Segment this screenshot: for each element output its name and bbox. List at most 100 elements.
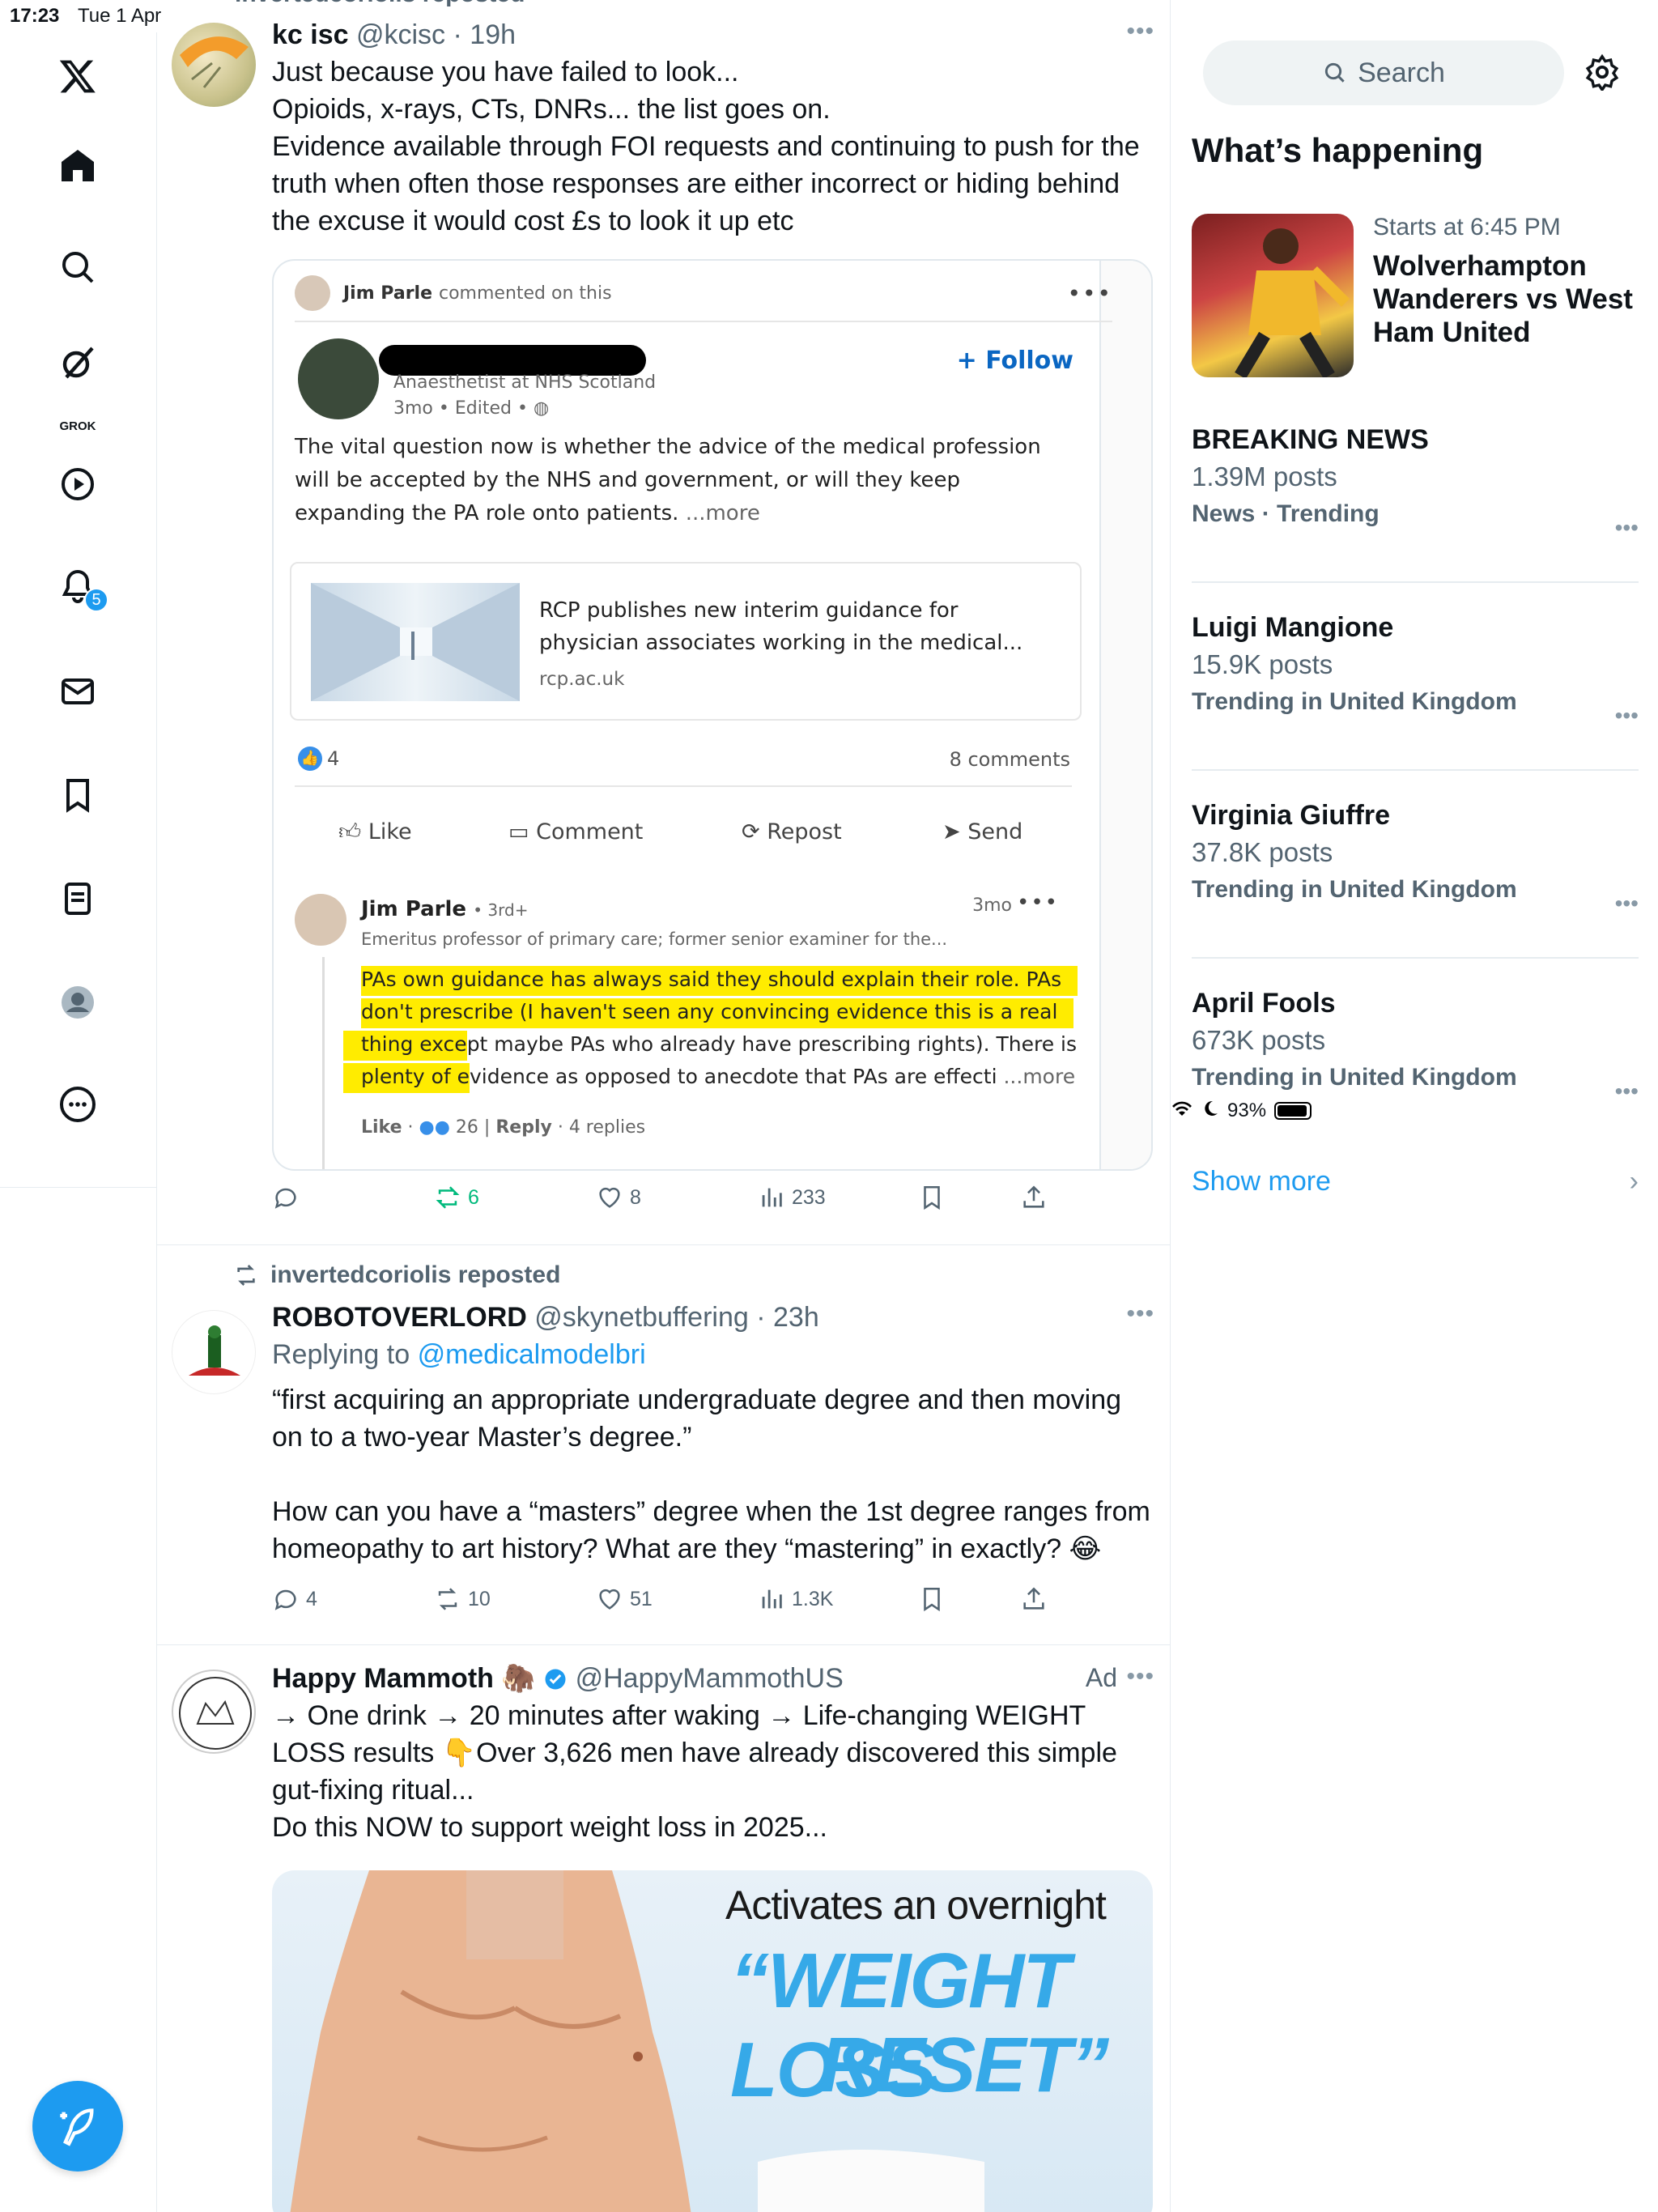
li-repost-icon: ⟳ bbox=[742, 819, 767, 844]
post-time[interactable]: 19h bbox=[470, 19, 516, 50]
heart-icon bbox=[599, 1589, 620, 1610]
author-handle[interactable]: @HappyMammothUS bbox=[576, 1663, 844, 1694]
video-play-icon[interactable] bbox=[55, 462, 100, 507]
link-thumbnail bbox=[311, 583, 520, 701]
repost-button[interactable]: 6 bbox=[434, 1184, 479, 1211]
reply-more-link: ...more bbox=[1003, 1065, 1076, 1088]
post-text-blank bbox=[272, 1456, 1154, 1493]
trend-title: April Fools bbox=[1192, 988, 1336, 1019]
bookmark-icon bbox=[924, 1185, 940, 1210]
bookmarks-icon[interactable] bbox=[55, 772, 100, 818]
trend-more-icon[interactable]: ••• bbox=[1615, 891, 1639, 917]
search-icon bbox=[1324, 62, 1345, 83]
timeline-feed: invertedcoriolis reposted kc isc @kcisc … bbox=[157, 0, 1171, 2212]
trend-posts: 37.8K posts bbox=[1192, 837, 1333, 867]
avatar[interactable] bbox=[172, 1310, 256, 1394]
whats-happening-heading: What’s happening bbox=[1192, 131, 1484, 169]
globe-icon: ◍ bbox=[533, 398, 550, 419]
li-post-more: ...more bbox=[685, 501, 760, 525]
repost-count: 6 bbox=[468, 1185, 479, 1209]
li-more-icon: ••• bbox=[1067, 279, 1112, 307]
like-reaction-icon: 👍 bbox=[298, 747, 322, 771]
post-more-options-icon[interactable]: ••• bbox=[1126, 1663, 1154, 1691]
ad-image[interactable]: Activates an overnight “WEIGHT LOSS RESE… bbox=[272, 1870, 1153, 2212]
trend-more-icon[interactable]: ••• bbox=[1615, 515, 1639, 541]
right-sidebar: Search What’s happening Starts at 6:45 P… bbox=[1171, 0, 1658, 2212]
post-text-line: LOSS results 👇Over 3,626 men have alread… bbox=[272, 1738, 1117, 1768]
bookmark-button[interactable] bbox=[918, 1184, 946, 1211]
avatar[interactable] bbox=[172, 1670, 256, 1754]
author-handle[interactable]: @skynetbuffering bbox=[534, 1302, 748, 1333]
home-icon[interactable] bbox=[55, 143, 100, 188]
post-text-line: → One drink → 20 minutes after waking → … bbox=[272, 1700, 1086, 1731]
share-button[interactable] bbox=[1020, 1585, 1048, 1613]
views-count: 233 bbox=[792, 1185, 826, 1209]
grok-icon[interactable] bbox=[55, 340, 100, 385]
commenter-avatar bbox=[295, 275, 330, 311]
heart-icon bbox=[599, 1187, 620, 1208]
author-name[interactable]: ROBOTOVERLORD bbox=[272, 1302, 527, 1333]
trend-meta: Trending in United Kingdom bbox=[1192, 688, 1517, 715]
replying-to: Replying to @medicalmodelbri bbox=[272, 1336, 1154, 1373]
share-button[interactable] bbox=[1020, 1184, 1048, 1211]
left-navigation: GROK 5 bbox=[0, 32, 157, 2212]
bookmark-button[interactable] bbox=[918, 1585, 946, 1613]
like-button[interactable]: 51 bbox=[596, 1585, 653, 1613]
event-item[interactable]: Starts at 6:45 PM Wolverhampton Wanderer… bbox=[1192, 214, 1639, 377]
li-comment-icon: ▭ bbox=[508, 819, 537, 844]
views-button[interactable]: 1.3K bbox=[758, 1585, 833, 1613]
replying-to-handle[interactable]: @medicalmodelbri bbox=[418, 1339, 646, 1370]
settings-gear-icon[interactable] bbox=[1584, 53, 1621, 95]
link-domain: rcp.ac.uk bbox=[539, 669, 625, 690]
profile-avatar-icon[interactable] bbox=[55, 980, 100, 1025]
trend-item[interactable]: Virginia Giuffre 37.8K posts Trending in… bbox=[1192, 797, 1639, 959]
author-handle[interactable]: @kcisc bbox=[356, 19, 445, 50]
post-more-options-icon[interactable]: ••• bbox=[1126, 1300, 1154, 1328]
reply-button[interactable]: 4 bbox=[272, 1585, 317, 1613]
like-button[interactable]: 8 bbox=[596, 1184, 641, 1211]
post-text-line: on to a two-year Master’s degree.” bbox=[272, 1422, 692, 1453]
views-button[interactable]: 233 bbox=[758, 1184, 826, 1211]
x-logo-icon[interactable] bbox=[55, 53, 100, 99]
reply-thread-line bbox=[322, 957, 325, 1169]
avatar[interactable] bbox=[172, 23, 256, 107]
li-like-label: Like bbox=[368, 819, 412, 844]
reply-line-highlighted: plenty of e bbox=[343, 1063, 470, 1093]
messages-mail-icon[interactable] bbox=[55, 669, 100, 714]
chevron-right-icon: › bbox=[1629, 1166, 1639, 1197]
trend-item[interactable]: April Fools 673K posts Trending in Unite… bbox=[1192, 985, 1639, 1146]
trend-item[interactable]: Luigi Mangione 15.9K posts Trending in U… bbox=[1192, 609, 1639, 771]
trend-more-icon[interactable]: ••• bbox=[1615, 703, 1639, 729]
lists-icon[interactable] bbox=[55, 876, 100, 921]
timeline-post[interactable]: invertedcoriolis reposted ROBOTOVERLORD … bbox=[157, 1245, 1171, 1645]
trend-meta: Trending in United Kingdom bbox=[1192, 1064, 1517, 1091]
post-text-line: Opioids, x-rays, CTs, DNRs... the list g… bbox=[272, 94, 831, 125]
more-options-icon[interactable] bbox=[55, 1082, 100, 1127]
trend-more-icon[interactable]: ••• bbox=[1615, 1078, 1639, 1104]
post-time[interactable]: 23h bbox=[773, 1302, 819, 1333]
embedded-image-card[interactable]: Jim Parle commented on this ••• Anaesthe… bbox=[272, 259, 1153, 1171]
timeline-post[interactable]: invertedcoriolis reposted kc isc @kcisc … bbox=[157, 0, 1171, 1245]
li-repost-button: ⟳ Repost bbox=[742, 819, 842, 844]
li-follow-button: + Follow bbox=[956, 347, 1073, 375]
repost-button[interactable]: 10 bbox=[434, 1585, 491, 1613]
reply-like-count: 26 bbox=[455, 1117, 478, 1138]
author-name[interactable]: kc isc bbox=[272, 19, 349, 50]
author-name[interactable]: Happy Mammoth 🦣 bbox=[272, 1663, 536, 1694]
reply-button[interactable] bbox=[272, 1184, 300, 1211]
views-chart-icon bbox=[762, 1589, 782, 1609]
post-more-options-icon[interactable]: ••• bbox=[1126, 18, 1154, 45]
reply-header: Jim Parle • 3rd+ bbox=[361, 897, 528, 921]
reply-icon bbox=[274, 1188, 296, 1209]
reply-headline: Emeritus professor of primary care; form… bbox=[361, 929, 948, 949]
li-commented-bar: Jim Parle commented on this ••• bbox=[295, 266, 1112, 322]
explore-search-icon[interactable] bbox=[55, 245, 100, 290]
trend-item[interactable]: BREAKING NEWS 1.39M posts News · Trendin… bbox=[1192, 421, 1639, 583]
li-author-meta: 3mo • Edited • ◍ bbox=[393, 398, 549, 419]
compose-post-button[interactable] bbox=[32, 2081, 123, 2172]
search-bar[interactable]: Search bbox=[1203, 40, 1564, 105]
post-text-line: Do this NOW to support weight loss in 20… bbox=[272, 1812, 827, 1843]
show-more-link[interactable]: Show more › bbox=[1192, 1166, 1639, 1197]
link-title: RCP publishes new interim guidance for p… bbox=[539, 598, 1023, 655]
li-divider bbox=[295, 785, 1072, 787]
